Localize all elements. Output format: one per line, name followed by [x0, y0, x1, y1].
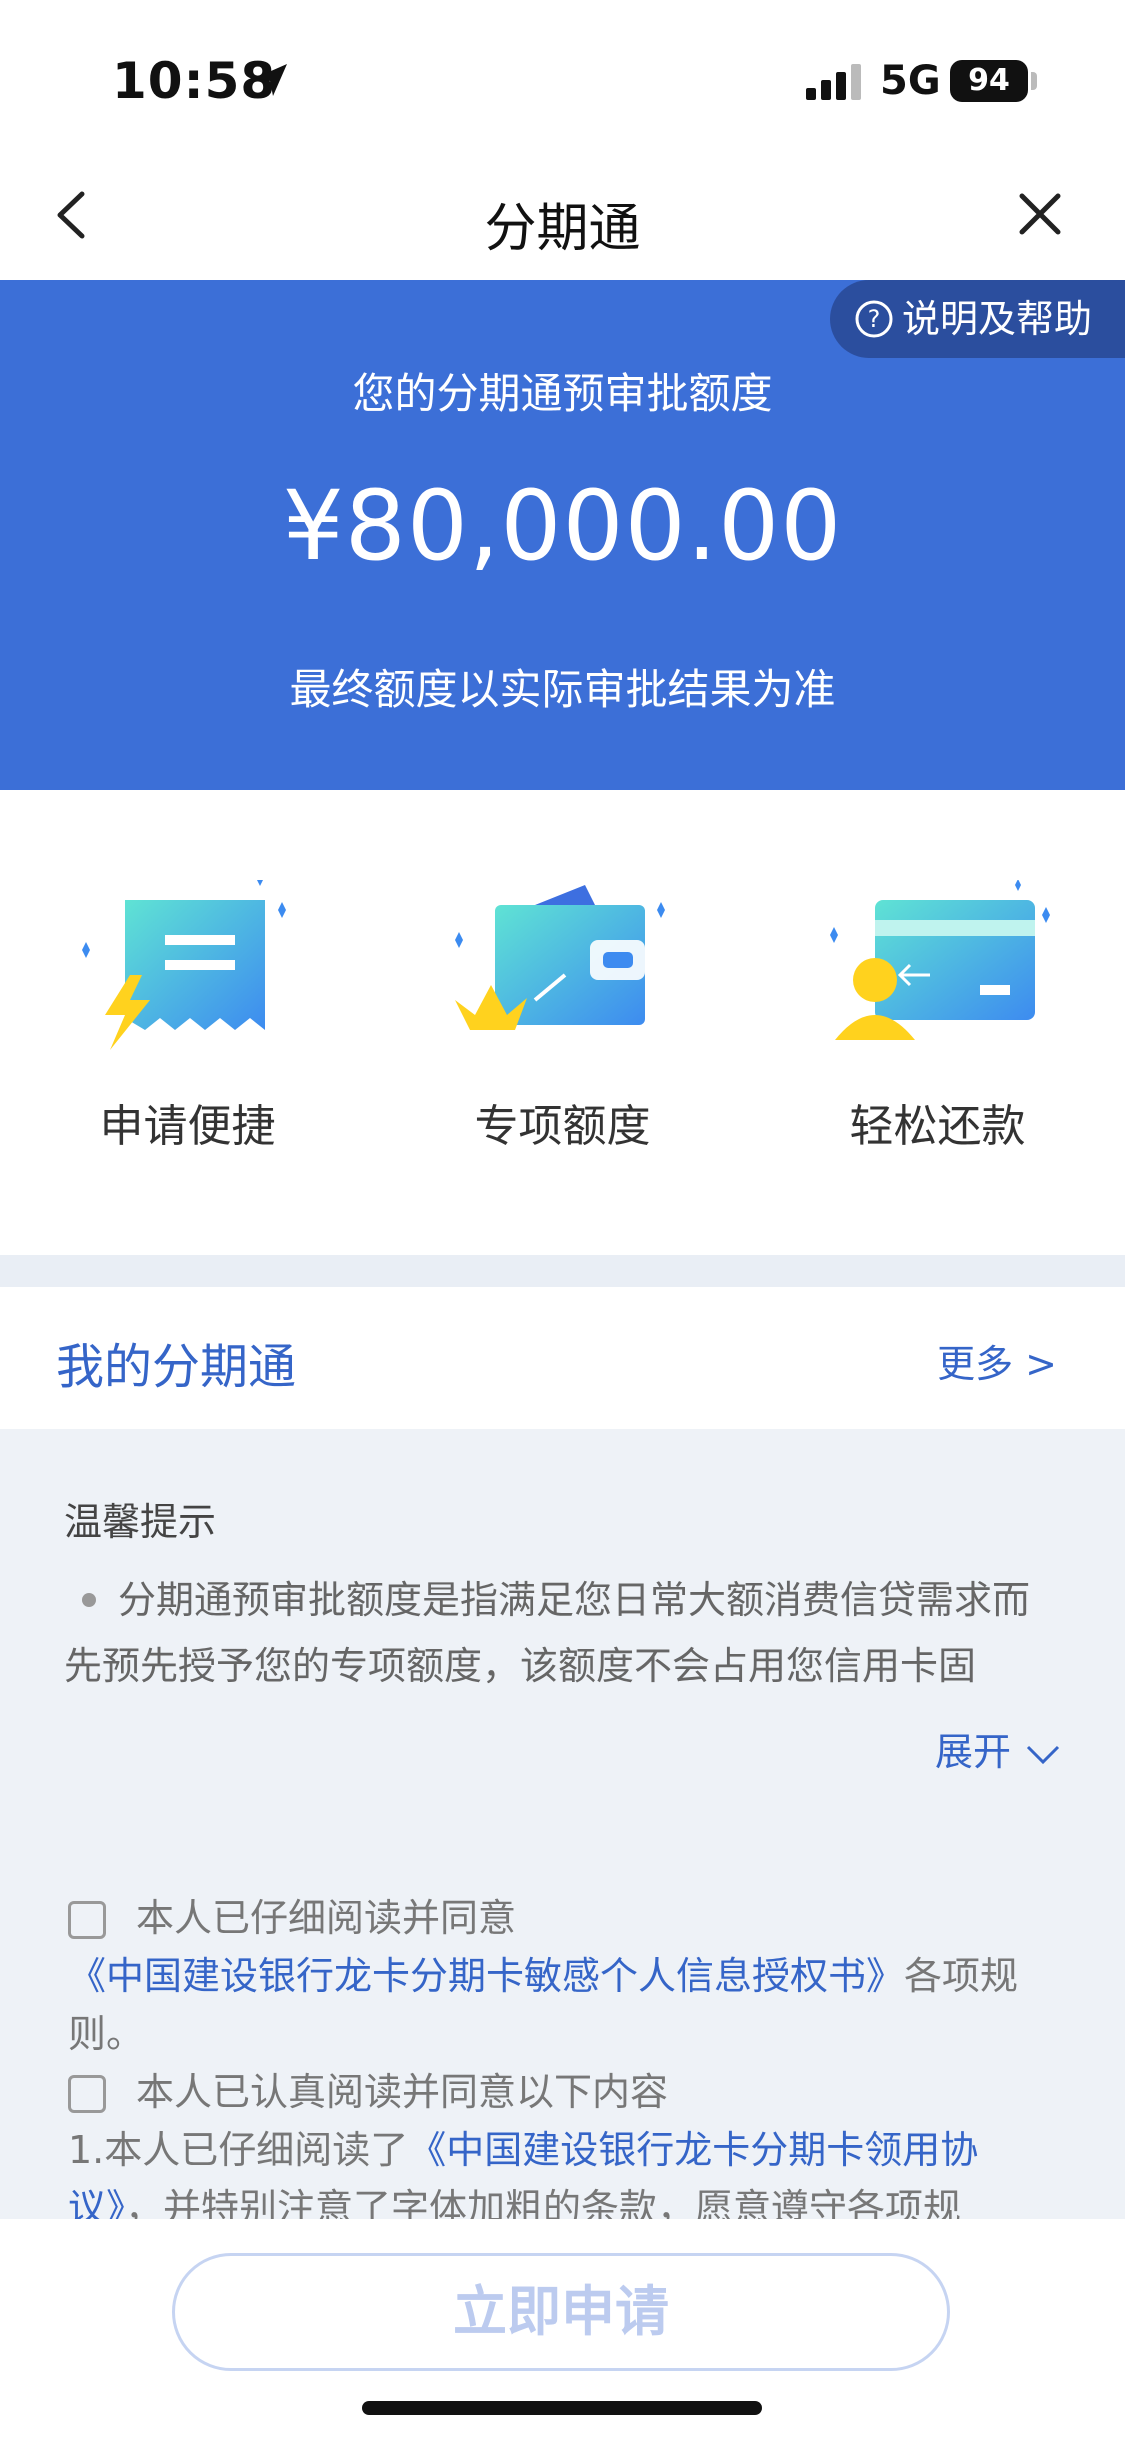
feature-dedicated-limit: 专项额度 — [375, 790, 750, 1255]
feature-easy-apply: 申请便捷 — [0, 790, 375, 1255]
tips-section: 温馨提示 分期通预审批额度是指满足您日常大额消费信贷需求而先预先授予您的专项额度… — [0, 1429, 1125, 2230]
agreement-2-checkbox[interactable] — [68, 2075, 106, 2113]
status-bar: 10:58 5G 94 — [0, 0, 1125, 150]
section-divider — [0, 1255, 1125, 1287]
authorization-letter-link[interactable]: 《中国建设银行龙卡分期卡敏感个人信息授权书》 — [68, 1954, 904, 1998]
receipt-lightning-icon — [82, 880, 286, 1050]
agreement-2-prefix: 本人已认真阅读并同意以下内容 — [136, 2070, 669, 2114]
tips-body: 分期通预审批额度是指满足您日常大额消费信贷需求而先预先授予您的专项额度，该额度不… — [64, 1578, 1031, 1688]
feature-easy-repay: 轻松还款 — [750, 790, 1125, 1255]
feature-label: 专项额度 — [474, 1101, 651, 1152]
apply-now-button[interactable]: 立即申请 — [172, 2253, 950, 2371]
more-link[interactable]: 更多 > — [937, 1333, 1057, 1388]
tips-text: 分期通预审批额度是指满足您日常大额消费信贷需求而先预先授予您的专项额度，该额度不… — [64, 1567, 1064, 1699]
navigation-bar: 分期通 — [0, 150, 1125, 280]
agreement-1: 本人已仔细阅读并同意 《中国建设银行龙卡分期卡敏感个人信息授权书》各项规则。 — [68, 1889, 1068, 2063]
wallet-crown-icon — [455, 885, 665, 1030]
credit-limit-label: 您的分期通预审批额度 — [352, 369, 773, 418]
feature-label: 轻松还款 — [849, 1101, 1026, 1152]
tips-title: 温馨提示 — [64, 1500, 217, 1544]
close-icon[interactable] — [1018, 192, 1062, 236]
agreement-1-prefix: 本人已仔细阅读并同意 — [136, 1896, 517, 1940]
expand-button[interactable]: 展开 — [935, 1721, 1061, 1776]
agreement-1-checkbox[interactable] — [68, 1901, 106, 1939]
expand-label: 展开 — [934, 1730, 1011, 1774]
cellular-signal-icon — [806, 64, 861, 100]
network-type: 5G — [880, 58, 941, 104]
feature-highlights: 申请便捷 专项额度 轻松还款 — [0, 790, 1125, 1255]
help-label: 说明及帮助 — [902, 297, 1093, 341]
battery-level: 94 — [950, 60, 1028, 102]
location-arrow-icon — [255, 64, 287, 96]
agreement-2: 本人已认真阅读并同意以下内容 1.本人已仔细阅读了《中国建设银行龙卡分期卡领用协… — [68, 2063, 1068, 2237]
status-time: 10:58 — [112, 52, 277, 110]
agreement-2-line: 1.本人已仔细阅读了 — [68, 2128, 409, 2172]
battery-tip — [1031, 72, 1037, 90]
bullet-icon — [82, 1592, 96, 1607]
question-circle-icon: ? — [855, 300, 893, 338]
svg-text:?: ? — [868, 305, 881, 333]
feature-label: 申请便捷 — [99, 1101, 276, 1152]
page-title: 分期通 — [484, 199, 641, 259]
my-installments-row: 我的分期通 更多 > — [0, 1287, 1125, 1429]
pre-approval-banner: ? 说明及帮助 您的分期通预审批额度 ¥80,000.00 最终额度以实际审批结… — [0, 280, 1125, 790]
bottom-action-bar: 立即申请 — [0, 2219, 1125, 2439]
credit-limit-amount: ¥80,000.00 — [282, 470, 843, 582]
home-indicator — [362, 2401, 762, 2415]
agreement-block: 本人已仔细阅读并同意 《中国建设银行龙卡分期卡敏感个人信息授权书》各项规则。 本… — [68, 1889, 1068, 2237]
my-installments-title: 我的分期通 — [56, 1339, 297, 1395]
credit-limit-note: 最终额度以实际审批结果为准 — [289, 665, 836, 714]
help-button[interactable]: ? 说明及帮助 — [830, 280, 1125, 358]
chevron-down-icon — [1026, 1745, 1060, 1764]
card-person-icon — [830, 880, 1050, 1040]
